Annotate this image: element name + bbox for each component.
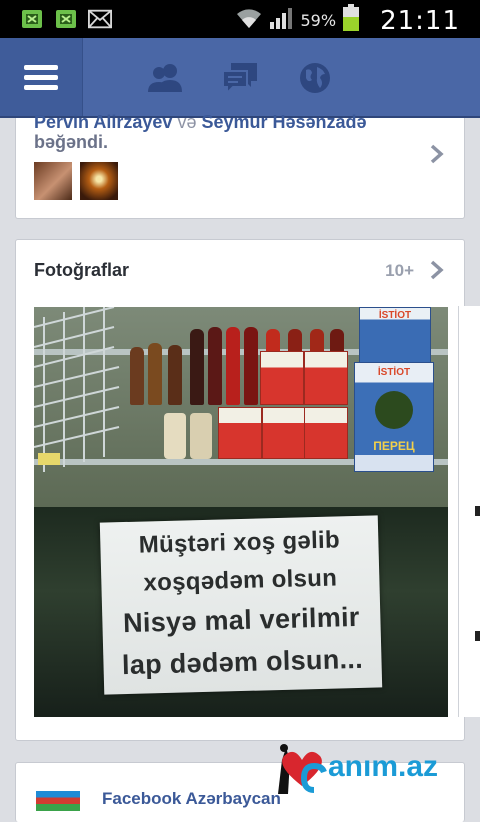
avatar[interactable]	[34, 162, 72, 200]
pepper-box: İSTİOT	[359, 307, 431, 367]
likes-card[interactable]: Pervin Alirzayev və Seymur Həsənzadə bəğ…	[15, 112, 465, 219]
pepper-box: İSTİOT ПЕРЕЦ	[354, 362, 434, 472]
photo-count: 10+	[385, 261, 414, 280]
watermark-logo: C anım.az	[268, 740, 478, 796]
liked-label: bəğəndi.	[34, 132, 109, 152]
liker-name[interactable]: Pervin Alirzayev	[34, 112, 172, 132]
mail-icon	[88, 8, 112, 30]
photo-thumbnail[interactable]: İSTİOT İSTİOT ПЕРЕЦ Müştəri xoş gəlib xo…	[34, 307, 448, 717]
status-bar: 59% 21:11	[0, 0, 480, 38]
next-photo-thumbnail[interactable]	[458, 306, 480, 717]
globe-icon[interactable]	[295, 60, 335, 96]
page-name[interactable]: Facebook Azərbaycan	[102, 789, 281, 809]
messages-icon[interactable]	[220, 60, 260, 96]
battery-icon	[342, 4, 360, 37]
chevron-right-icon[interactable]	[430, 260, 444, 285]
flag-avatar	[36, 791, 80, 811]
connector-text: və	[177, 112, 197, 132]
battery-percent: 59%	[300, 11, 337, 30]
menu-icon	[24, 60, 58, 95]
chevron-right-icon[interactable]	[430, 144, 444, 169]
watermark-text: anım.az	[328, 750, 439, 783]
clock: 21:11	[380, 5, 460, 36]
signal-icon	[269, 6, 295, 35]
friends-icon[interactable]	[145, 60, 185, 96]
wire-rack	[34, 307, 120, 472]
top-navigation-bar	[0, 38, 480, 118]
photos-card: Fotoğraflar 10+ İSTİOT İSTİOT ПЕРЕЦ Müşt…	[15, 239, 465, 741]
android-debug-icon	[54, 8, 78, 30]
android-debug-icon	[20, 8, 44, 30]
liker-name[interactable]: Seymur Həsənzadə	[201, 112, 366, 132]
wifi-icon	[235, 6, 263, 35]
section-title[interactable]: Fotoğraflar	[34, 260, 129, 281]
menu-button[interactable]	[0, 38, 83, 116]
handwritten-sign: Müştəri xoş gəlib xoşqədəm olsun Nisyə m…	[99, 515, 383, 695]
avatar[interactable]	[80, 162, 118, 200]
likes-names: Pervin Alirzayev və Seymur Həsənzadə	[34, 110, 367, 134]
